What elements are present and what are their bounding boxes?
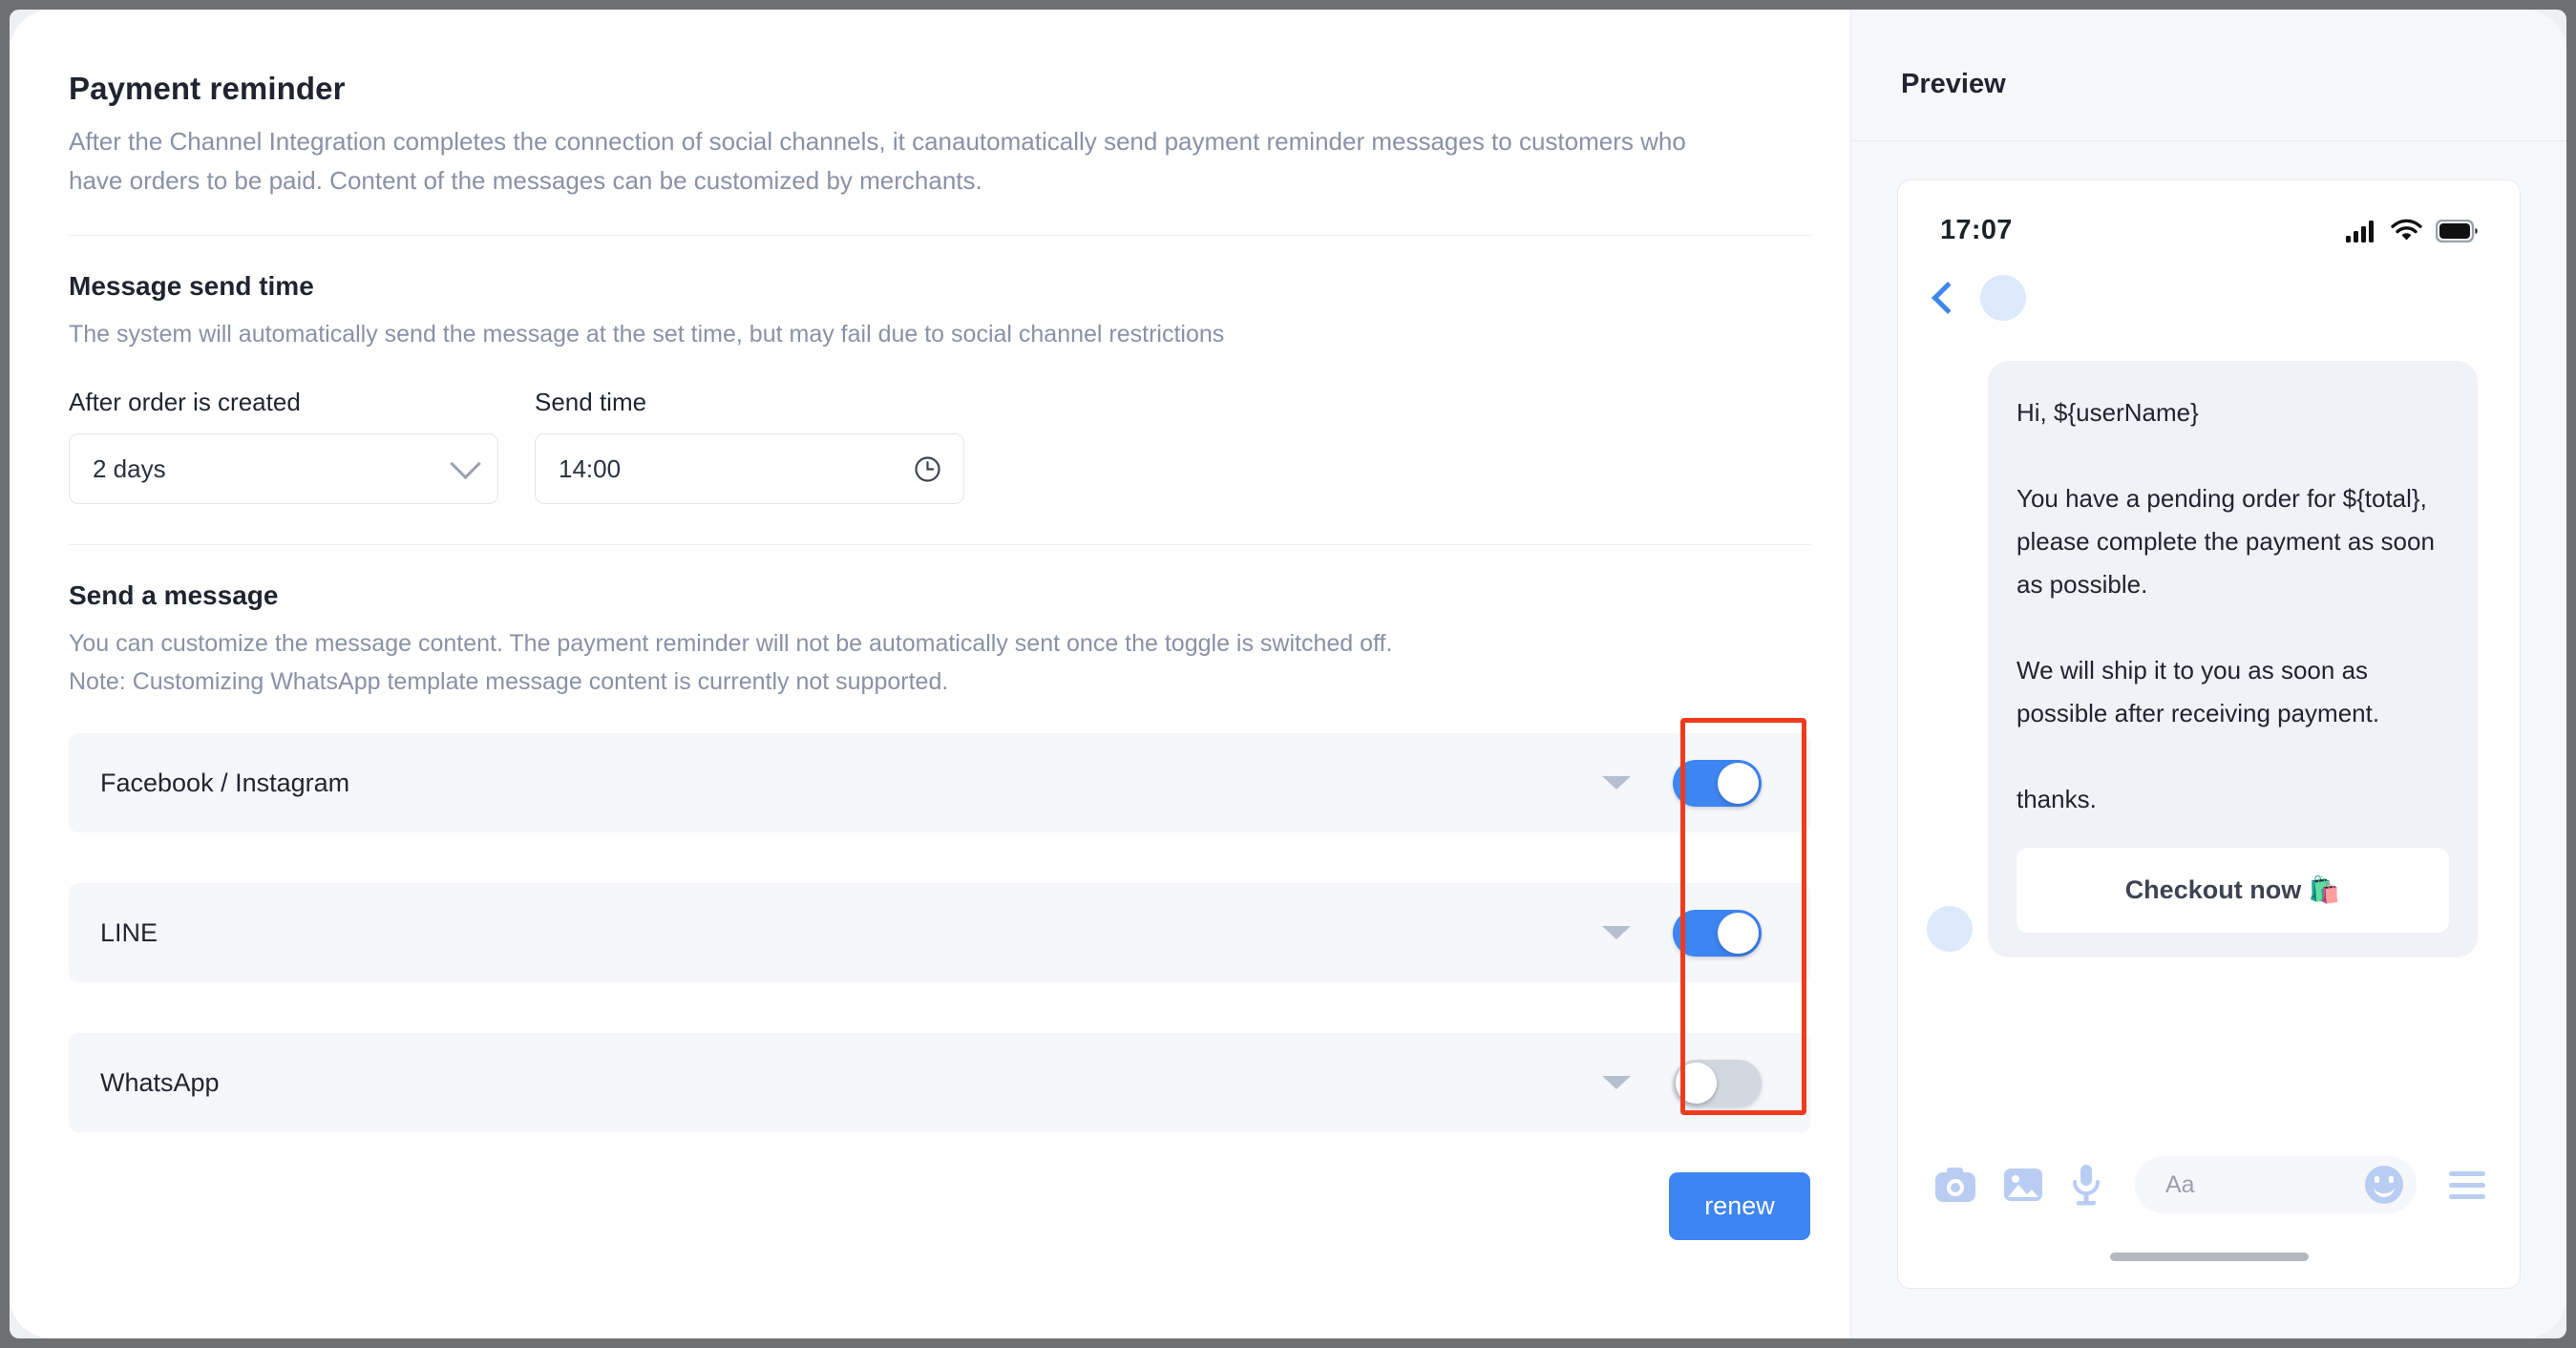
phone-status-bar: 17:07 — [1898, 180, 2520, 246]
send-time-fields: After order is created 2 days Send time … — [69, 388, 1791, 504]
delay-field-group: After order is created 2 days — [69, 388, 498, 504]
channel-list: Facebook / Instagram LINE WhatsApp — [69, 733, 1810, 1132]
divider — [1851, 140, 2566, 141]
channel-name: LINE — [100, 917, 158, 947]
message-body-1: You have a pending order for ${total}, p… — [2016, 484, 2435, 599]
channel-name: WhatsApp — [100, 1067, 220, 1097]
channel-row-facebook-instagram[interactable]: Facebook / Instagram — [69, 733, 1810, 832]
toggle-knob — [1718, 762, 1759, 804]
delay-field-label: After order is created — [69, 388, 301, 416]
channel-name: Facebook / Instagram — [100, 768, 350, 797]
avatar — [1980, 275, 2026, 321]
message-body-2: We will ship it to you as soon as possib… — [2016, 656, 2380, 727]
chevron-down-icon[interactable] — [1602, 776, 1631, 790]
page-description: After the Channel Integration completes … — [69, 127, 1686, 195]
message-greeting: Hi, ${userName} — [2016, 398, 2199, 427]
microphone-icon[interactable] — [2070, 1164, 2102, 1206]
clock-icon — [915, 455, 940, 482]
channel-row-line[interactable]: LINE — [69, 883, 1810, 982]
page-title: Payment reminder — [69, 71, 346, 106]
menu-icon[interactable] — [2449, 1170, 2485, 1199]
channel-row-whatsapp[interactable]: WhatsApp — [69, 1033, 1810, 1132]
channel-toggle-line[interactable] — [1673, 909, 1762, 957]
message-section-title: Send a message — [69, 580, 279, 610]
checkout-now-button[interactable]: Checkout now 🛍️ — [2016, 848, 2449, 933]
chat-message-area: Hi, ${userName} You have a pending order… — [1898, 321, 2520, 958]
avatar — [1927, 906, 1973, 952]
message-section-description-2: Note: Customizing WhatsApp template mess… — [69, 668, 949, 695]
delay-select[interactable]: 2 days — [69, 433, 498, 504]
emoji-icon[interactable] — [2365, 1166, 2403, 1204]
chat-composer: Aa — [1898, 1156, 2520, 1213]
toggle-knob — [1676, 1062, 1717, 1104]
send-time-field-group: Send time 14:00 — [535, 388, 964, 504]
divider — [69, 544, 1811, 545]
message-closing: thanks. — [2016, 785, 2097, 813]
back-chevron-icon[interactable] — [1932, 282, 1964, 314]
camera-icon[interactable] — [1934, 1166, 1976, 1204]
chevron-down-icon[interactable] — [1602, 1076, 1631, 1089]
actions-bar: renew — [69, 1172, 1810, 1240]
send-time-value: 14:00 — [559, 453, 622, 483]
send-time-field-label: Send time — [535, 388, 647, 416]
chevron-down-icon[interactable] — [1602, 926, 1631, 939]
wifi-icon — [2391, 219, 2422, 241]
renew-button[interactable]: renew — [1669, 1172, 1810, 1240]
chat-header — [1898, 246, 2520, 321]
image-icon[interactable] — [2003, 1166, 2043, 1204]
home-indicator — [2109, 1253, 2309, 1261]
preview-panel: Preview 17:07 Hi, ${userName} You have a… — [1850, 10, 2566, 1338]
send-time-input[interactable]: 14:00 — [535, 433, 964, 504]
channel-toggle-facebook-instagram[interactable] — [1673, 759, 1762, 807]
settings-panel: Payment reminder After the Channel Integ… — [10, 10, 1850, 1338]
phone-preview: 17:07 Hi, ${userName} You have a pending… — [1897, 179, 2521, 1289]
message-input[interactable]: Aa — [2135, 1156, 2417, 1213]
delay-select-value: 2 days — [93, 453, 166, 483]
cellular-signal-icon — [2346, 220, 2374, 242]
divider — [69, 235, 1811, 236]
message-section-description-1: You can customize the message content. T… — [69, 630, 1393, 657]
channel-toggle-whatsapp[interactable] — [1673, 1059, 1762, 1106]
send-time-section-description: The system will automatically send the m… — [69, 321, 1225, 348]
status-bar-icons — [2345, 219, 2478, 243]
toggle-knob — [1718, 912, 1759, 954]
app-window: Payment reminder After the Channel Integ… — [10, 10, 2566, 1338]
chevron-down-icon — [450, 448, 481, 479]
send-time-section-title: Message send time — [69, 271, 314, 301]
preview-title: Preview — [1901, 69, 2006, 99]
status-bar-time: 17:07 — [1940, 215, 2013, 245]
message-input-placeholder: Aa — [2165, 1170, 2195, 1198]
message-bubble: Hi, ${userName} You have a pending order… — [1988, 361, 2478, 958]
battery-icon — [2436, 219, 2478, 242]
